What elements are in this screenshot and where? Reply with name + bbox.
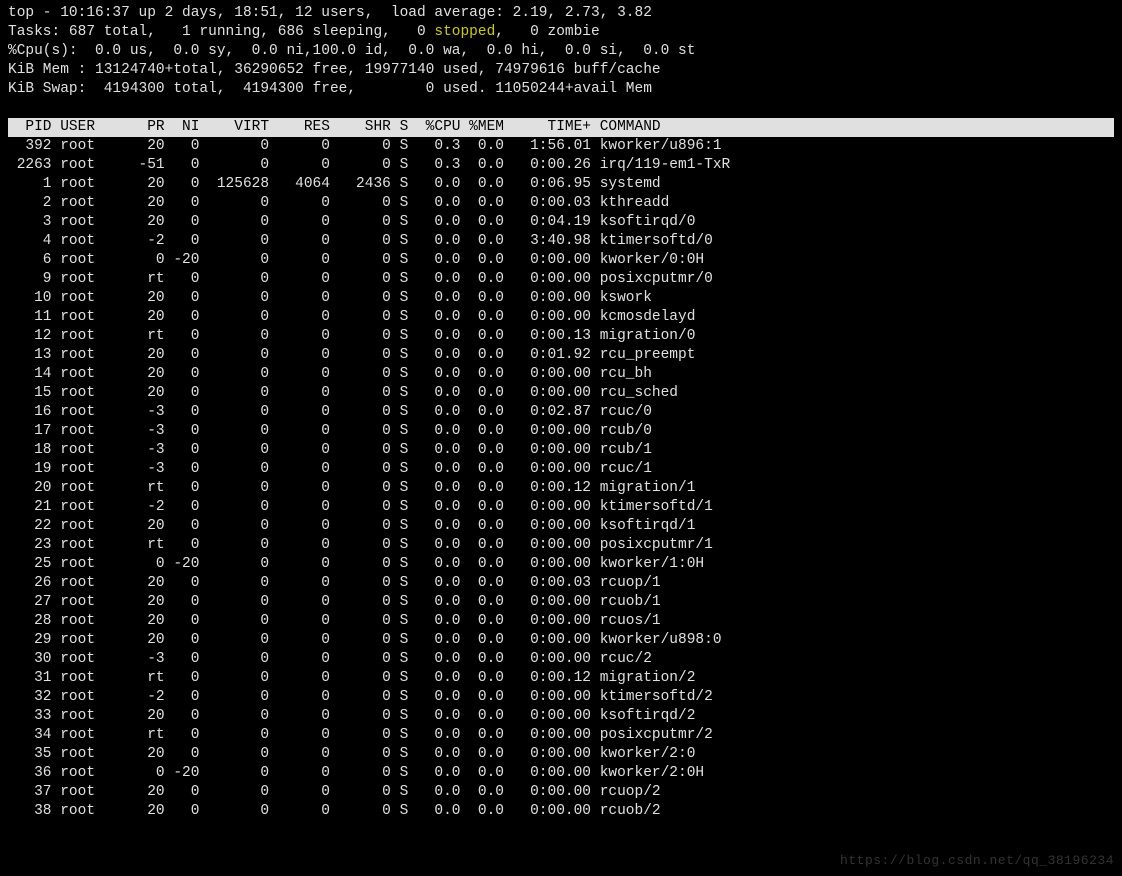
process-row: 3 root 20 0 0 0 0 S 0.0 0.0 0:04.19 ksof…: [8, 213, 1114, 232]
process-row: 18 root -3 0 0 0 0 S 0.0 0.0 0:00.00 rcu…: [8, 441, 1114, 460]
process-row: 26 root 20 0 0 0 0 S 0.0 0.0 0:00.03 rcu…: [8, 574, 1114, 593]
process-row: 2263 root -51 0 0 0 0 S 0.3 0.0 0:00.26 …: [8, 156, 1114, 175]
summary-mem: KiB Mem : 13124740+total, 36290652 free,…: [8, 61, 1114, 80]
process-row: 13 root 20 0 0 0 0 S 0.0 0.0 0:01.92 rcu…: [8, 346, 1114, 365]
tasks-b: , 0 zombie: [495, 24, 599, 40]
process-row: 9 root rt 0 0 0 0 S 0.0 0.0 0:00.00 posi…: [8, 270, 1114, 289]
process-row: 1 root 20 0 125628 4064 2436 S 0.0 0.0 0…: [8, 175, 1114, 194]
watermark: https://blog.csdn.net/qq_38196234: [840, 851, 1114, 870]
blank-line: [8, 99, 1114, 118]
process-row: 37 root 20 0 0 0 0 S 0.0 0.0 0:00.00 rcu…: [8, 783, 1114, 802]
process-row: 36 root 0 -20 0 0 0 S 0.0 0.0 0:00.00 kw…: [8, 764, 1114, 783]
process-row: 29 root 20 0 0 0 0 S 0.0 0.0 0:00.00 kwo…: [8, 631, 1114, 650]
process-row: 32 root -2 0 0 0 0 S 0.0 0.0 0:00.00 kti…: [8, 688, 1114, 707]
process-row: 15 root 20 0 0 0 0 S 0.0 0.0 0:00.00 rcu…: [8, 384, 1114, 403]
process-row: 27 root 20 0 0 0 0 S 0.0 0.0 0:00.00 rcu…: [8, 593, 1114, 612]
tasks-a: Tasks: 687 total, 1 running, 686 sleepin…: [8, 24, 434, 40]
summary-uptime: top - 10:16:37 up 2 days, 18:51, 12 user…: [8, 4, 1114, 23]
process-row: 35 root 20 0 0 0 0 S 0.0 0.0 0:00.00 kwo…: [8, 745, 1114, 764]
process-row: 22 root 20 0 0 0 0 S 0.0 0.0 0:00.00 kso…: [8, 517, 1114, 536]
process-row: 16 root -3 0 0 0 0 S 0.0 0.0 0:02.87 rcu…: [8, 403, 1114, 422]
process-row: 392 root 20 0 0 0 0 S 0.3 0.0 1:56.01 kw…: [8, 137, 1114, 156]
process-row: 19 root -3 0 0 0 0 S 0.0 0.0 0:00.00 rcu…: [8, 460, 1114, 479]
process-row: 10 root 20 0 0 0 0 S 0.0 0.0 0:00.00 ksw…: [8, 289, 1114, 308]
process-row: 20 root rt 0 0 0 0 S 0.0 0.0 0:00.12 mig…: [8, 479, 1114, 498]
process-row: 4 root -2 0 0 0 0 S 0.0 0.0 3:40.98 ktim…: [8, 232, 1114, 251]
process-row: 23 root rt 0 0 0 0 S 0.0 0.0 0:00.00 pos…: [8, 536, 1114, 555]
process-row: 33 root 20 0 0 0 0 S 0.0 0.0 0:00.00 kso…: [8, 707, 1114, 726]
summary-tasks: Tasks: 687 total, 1 running, 686 sleepin…: [8, 23, 1114, 42]
process-row: 30 root -3 0 0 0 0 S 0.0 0.0 0:00.00 rcu…: [8, 650, 1114, 669]
process-row: 2 root 20 0 0 0 0 S 0.0 0.0 0:00.03 kthr…: [8, 194, 1114, 213]
tasks-stopped: stopped: [434, 24, 495, 40]
process-row: 12 root rt 0 0 0 0 S 0.0 0.0 0:00.13 mig…: [8, 327, 1114, 346]
process-table-body: 392 root 20 0 0 0 0 S 0.3 0.0 1:56.01 kw…: [8, 137, 1114, 821]
process-row: 6 root 0 -20 0 0 0 S 0.0 0.0 0:00.00 kwo…: [8, 251, 1114, 270]
process-row: 17 root -3 0 0 0 0 S 0.0 0.0 0:00.00 rcu…: [8, 422, 1114, 441]
process-row: 31 root rt 0 0 0 0 S 0.0 0.0 0:00.12 mig…: [8, 669, 1114, 688]
process-row: 21 root -2 0 0 0 0 S 0.0 0.0 0:00.00 kti…: [8, 498, 1114, 517]
process-row: 34 root rt 0 0 0 0 S 0.0 0.0 0:00.00 pos…: [8, 726, 1114, 745]
process-row: 25 root 0 -20 0 0 0 S 0.0 0.0 0:00.00 kw…: [8, 555, 1114, 574]
summary-cpu: %Cpu(s): 0.0 us, 0.0 sy, 0.0 ni,100.0 id…: [8, 42, 1114, 61]
terminal-output[interactable]: top - 10:16:37 up 2 days, 18:51, 12 user…: [0, 0, 1122, 825]
process-row: 38 root 20 0 0 0 0 S 0.0 0.0 0:00.00 rcu…: [8, 802, 1114, 821]
process-row: 11 root 20 0 0 0 0 S 0.0 0.0 0:00.00 kcm…: [8, 308, 1114, 327]
summary-swap: KiB Swap: 4194300 total, 4194300 free, 0…: [8, 80, 1114, 99]
process-row: 28 root 20 0 0 0 0 S 0.0 0.0 0:00.00 rcu…: [8, 612, 1114, 631]
process-table-header: PID USER PR NI VIRT RES SHR S %CPU %MEM …: [8, 118, 1114, 137]
process-row: 14 root 20 0 0 0 0 S 0.0 0.0 0:00.00 rcu…: [8, 365, 1114, 384]
